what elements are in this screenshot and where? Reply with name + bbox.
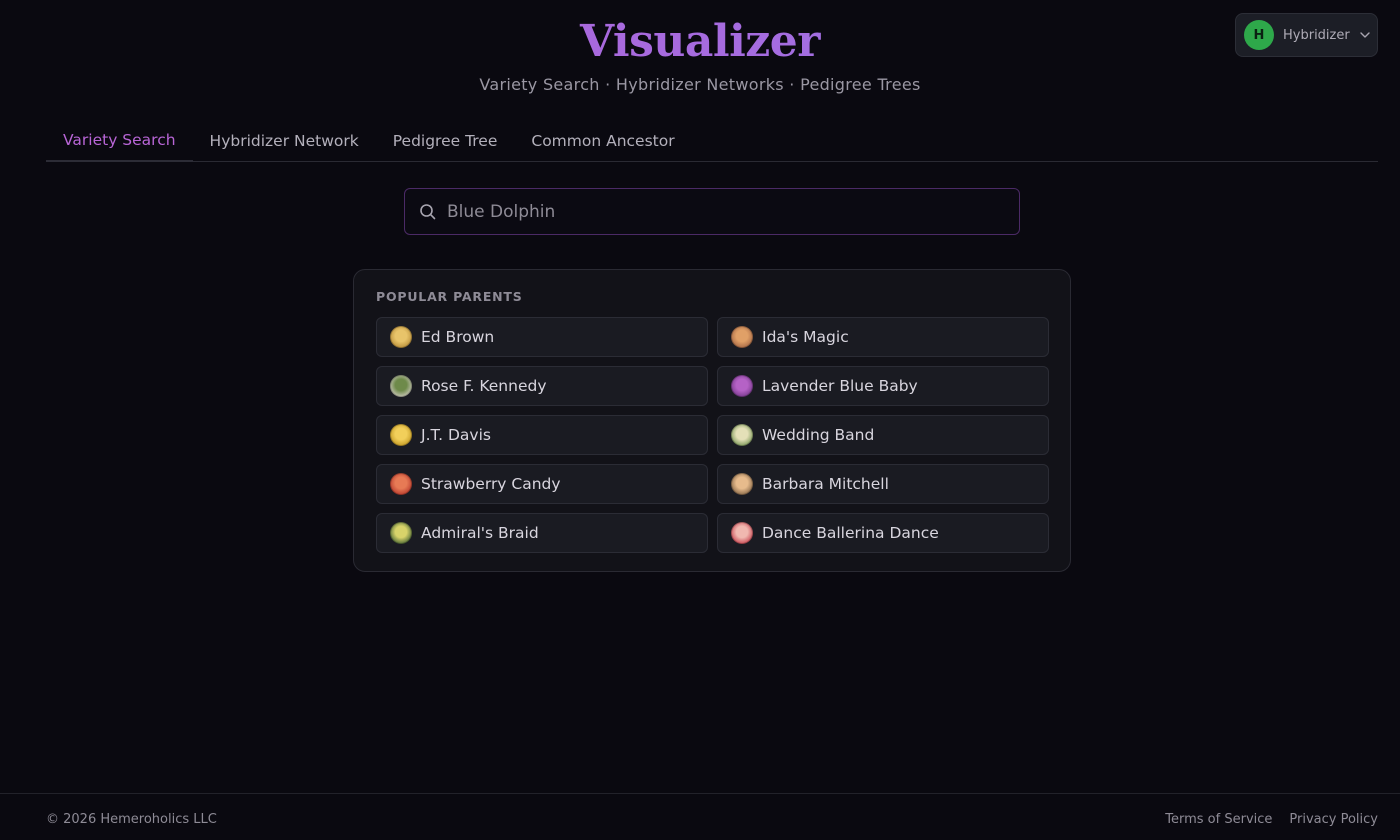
popular-parent-item[interactable]: Strawberry Candy: [376, 464, 708, 504]
user-name: Hybridizer: [1283, 27, 1350, 43]
tab-common-ancestor[interactable]: Common Ancestor: [514, 122, 691, 162]
header: Visualizer Variety Search · Hybridizer N…: [0, 0, 1400, 110]
flower-thumbnail-icon: [390, 326, 412, 348]
flower-thumbnail-icon: [390, 424, 412, 446]
popular-parent-item[interactable]: J.T. Davis: [376, 415, 708, 455]
app-subtitle: Variety Search · Hybridizer Networks · P…: [479, 75, 921, 94]
search-icon: [419, 203, 437, 221]
flower-thumbnail-icon: [731, 424, 753, 446]
privacy-policy-link[interactable]: Privacy Policy: [1289, 812, 1378, 827]
popular-parent-name: Barbara Mitchell: [762, 475, 889, 493]
popular-parent-name: Dance Ballerina Dance: [762, 524, 939, 542]
flower-thumbnail-icon: [731, 326, 753, 348]
popular-parent-name: Strawberry Candy: [421, 475, 561, 493]
flower-thumbnail-icon: [390, 522, 412, 544]
user-menu-button[interactable]: H Hybridizer: [1235, 13, 1378, 57]
popular-parent-item[interactable]: Lavender Blue Baby: [717, 366, 1049, 406]
footer-links: Terms of Service Privacy Policy: [1165, 812, 1378, 827]
popular-parent-name: Admiral's Braid: [421, 524, 539, 542]
copyright: © 2026 Hemeroholics LLC: [46, 812, 217, 827]
avatar: H: [1244, 20, 1274, 50]
app-logo[interactable]: Visualizer: [0, 14, 1400, 70]
flower-thumbnail-icon: [731, 473, 753, 495]
footer: © 2026 Hemeroholics LLC Terms of Service…: [0, 793, 1400, 840]
popular-parents-title: POPULAR PARENTS: [376, 289, 523, 304]
tab-variety-search[interactable]: Variety Search: [46, 122, 193, 162]
search-box: [404, 188, 1020, 235]
popular-parent-item[interactable]: Ed Brown: [376, 317, 708, 357]
flower-thumbnail-icon: [390, 473, 412, 495]
popular-parent-name: Rose F. Kennedy: [421, 377, 547, 395]
popular-parent-name: Wedding Band: [762, 426, 875, 444]
flower-thumbnail-icon: [731, 522, 753, 544]
popular-parents-panel: POPULAR PARENTS Ed Brown Ida's Magic Rose …: [353, 269, 1071, 572]
popular-parent-item[interactable]: Wedding Band: [717, 415, 1049, 455]
popular-parent-item[interactable]: Dance Ballerina Dance: [717, 513, 1049, 553]
terms-of-service-link[interactable]: Terms of Service: [1165, 812, 1272, 827]
popular-parent-item[interactable]: Rose F. Kennedy: [376, 366, 708, 406]
tab-hybridizer-network[interactable]: Hybridizer Network: [193, 122, 376, 162]
popular-parent-name: Ed Brown: [421, 328, 495, 346]
variety-search-input[interactable]: [447, 189, 1007, 234]
popular-parent-name: J.T. Davis: [421, 426, 491, 444]
popular-parent-item[interactable]: Admiral's Braid: [376, 513, 708, 553]
popular-parent-item[interactable]: Barbara Mitchell: [717, 464, 1049, 504]
chevron-down-icon: [1359, 29, 1371, 41]
tab-pedigree-tree[interactable]: Pedigree Tree: [376, 122, 515, 162]
popular-parents-grid: Ed Brown Ida's Magic Rose F. Kennedy Lavend…: [376, 317, 1050, 553]
popular-parent-name: Ida's Magic: [762, 328, 849, 346]
flower-thumbnail-icon: [390, 375, 412, 397]
flower-thumbnail-icon: [731, 375, 753, 397]
tab-bar: Variety Search Hybridizer Network Pedigr…: [46, 122, 1378, 162]
popular-parent-name: Lavender Blue Baby: [762, 377, 918, 395]
popular-parent-item[interactable]: Ida's Magic: [717, 317, 1049, 357]
